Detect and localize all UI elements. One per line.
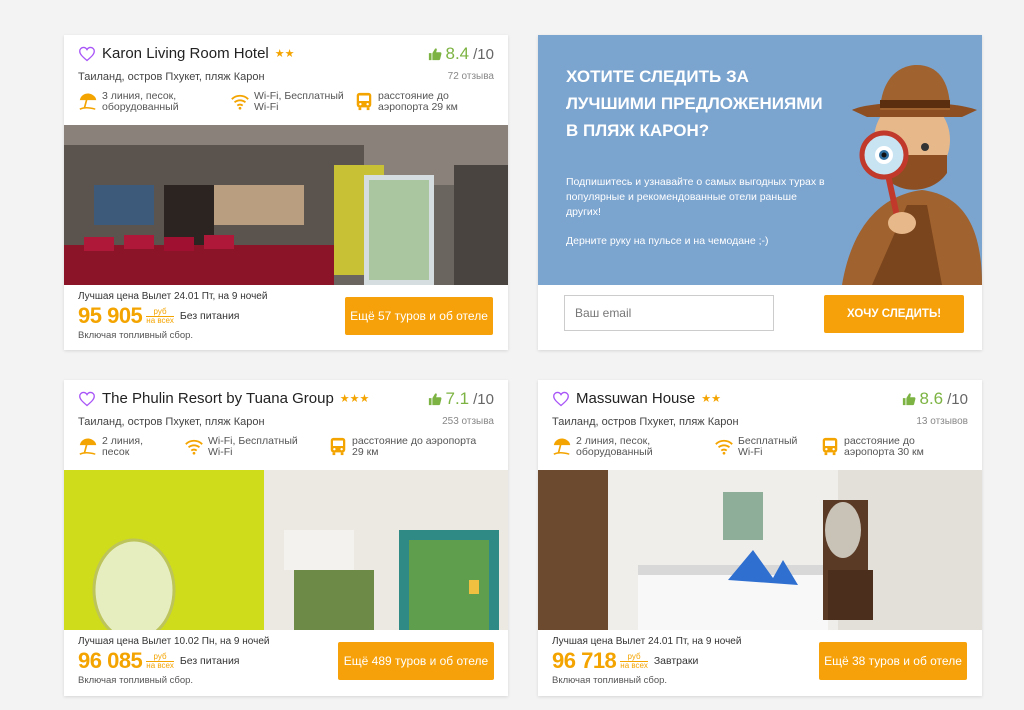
bus-icon: [328, 436, 348, 456]
best-price-text: Лучшая цена Вылет 24.01 Пт, на 9 ночей: [78, 291, 268, 302]
feature-beach: 2 линия, песок, оборудованный: [552, 436, 670, 458]
currency-label: руб на всех: [146, 306, 174, 325]
hotel-stars: ★★: [701, 393, 721, 405]
hotel-rating: 8.6/10: [902, 389, 968, 409]
thumbs-up-icon: [428, 47, 442, 61]
more-tours-button[interactable]: Ещё 38 туров и об отеле: [819, 642, 967, 680]
heart-icon[interactable]: [78, 46, 96, 62]
feature-airport: расстояние до аэропорта 29 км: [328, 436, 488, 458]
feature-wifi: Wi-Fi, Бесплатный Wi-Fi: [230, 91, 350, 113]
feature-airport: расстояние до аэропорта 30 км: [820, 436, 950, 458]
feature-text: Wi-Fi, Бесплатный Wi-Fi: [254, 90, 344, 113]
reviews-count[interactable]: 13 отзывов: [916, 416, 968, 427]
hotel-location: Таиланд, остров Пхукет, пляж Карон: [552, 416, 739, 428]
bus-icon: [820, 436, 840, 456]
heart-icon[interactable]: [78, 391, 96, 407]
hotel-card: The Phulin Resort by Tuana Group ★★★ 7.1…: [64, 380, 508, 696]
umbrella-icon: [78, 91, 98, 111]
meal-type: Без питания: [179, 655, 240, 667]
hotel-stars: ★★★: [339, 393, 370, 405]
meal-type: Завтраки: [653, 655, 699, 667]
thumbs-up-icon: [428, 392, 442, 406]
price-block: Лучшая цена Вылет 24.01 Пт, на 9 ночей 9…: [552, 636, 741, 686]
email-field[interactable]: Ваш email: [564, 295, 774, 331]
feature-text: расстояние до аэропорта 29 км: [352, 435, 477, 458]
promo-text-2: Дерните руку на пульсе и на чемодане ;-): [566, 235, 769, 247]
price-block: Лучшая цена Вылет 24.01 Пт, на 9 ночей 9…: [78, 291, 267, 341]
detective-illustration: [842, 65, 982, 285]
feature-wifi: Wi-Fi, Бесплатный Wi-Fi: [184, 436, 314, 458]
hotel-title: The Phulin Resort by Tuana Group ★★★: [78, 390, 369, 407]
feature-text: Бесплатный Wi-Fi: [738, 435, 798, 458]
promo-text: Подпишитесь и узнавайте о самых выгодных…: [566, 176, 825, 218]
rating-denominator: /10: [473, 45, 494, 63]
feature-beach: 2 линия, песок: [78, 436, 168, 458]
feature-text: расстояние до аэропорта 30 км: [844, 435, 924, 458]
currency-label: руб на всех: [620, 651, 648, 670]
currency-label: руб на всех: [146, 651, 174, 670]
hotel-stars: ★★: [274, 48, 295, 60]
reviews-count[interactable]: 72 отзыва: [448, 71, 494, 82]
hotel-rating: 8.4/10: [428, 44, 494, 64]
wifi-icon: [184, 436, 204, 456]
promo-title: ХОТИТЕ СЛЕДИТЬ ЗА ЛУЧШИМИ ПРЕДЛОЖЕНИЯМИ …: [566, 67, 823, 140]
feature-text: 2 линия, песок: [102, 435, 144, 458]
price-block: Лучшая цена Вылет 10.02 Пн, на 9 ночей 9…: [78, 636, 269, 686]
price-value: 96 085: [78, 648, 143, 673]
rating-value: 8.4: [445, 44, 470, 63]
promo-card: ХОТИТЕ СЛЕДИТЬ ЗА ЛУЧШИМИ ПРЕДЛОЖЕНИЯМИ …: [538, 35, 982, 350]
more-tours-button[interactable]: Ещё 57 туров и об отеле: [345, 297, 493, 335]
rating-value: 8.6: [919, 389, 944, 408]
hotel-photo[interactable]: [64, 470, 508, 630]
rating-denominator: /10: [473, 390, 494, 408]
price-value: 95 905: [78, 303, 143, 328]
fuel-note: Включая топливный сбор.: [78, 330, 194, 341]
reviews-count[interactable]: 253 отзыва: [442, 416, 494, 427]
hotel-name[interactable]: Massuwan House: [576, 390, 695, 407]
promo-banner: ХОТИТЕ СЛЕДИТЬ ЗА ЛУЧШИМИ ПРЕДЛОЖЕНИЯМИ …: [538, 35, 982, 285]
hotel-photo[interactable]: [538, 470, 982, 630]
hotel-rating: 7.1/10: [428, 389, 494, 409]
best-price-text: Лучшая цена Вылет 10.02 Пн, на 9 ночей: [78, 636, 270, 647]
hotel-title: Karon Living Room Hotel ★★: [78, 45, 295, 62]
hotel-location: Таиланд, остров Пхукет, пляж Карон: [78, 416, 265, 428]
feature-airport: расстояние до аэропорта 29 км: [354, 91, 484, 113]
rating-value: 7.1: [445, 389, 470, 408]
fuel-note: Включая топливный сбор.: [78, 675, 194, 686]
feature-wifi: Бесплатный Wi-Fi: [714, 436, 814, 458]
heart-icon[interactable]: [552, 391, 570, 407]
meal-type: Без питания: [179, 310, 240, 322]
more-tours-button[interactable]: Ещё 489 туров и об отеле: [338, 642, 494, 680]
thumbs-up-icon: [902, 392, 916, 406]
rating-denominator: /10: [947, 390, 968, 408]
wifi-icon: [714, 436, 734, 456]
feature-beach: 3 линия, песок, оборудованный: [78, 91, 196, 113]
feature-text: Wi-Fi, Бесплатный Wi-Fi: [208, 435, 298, 458]
subscribe-button[interactable]: ХОЧУ СЛЕДИТЬ!: [824, 295, 964, 333]
best-price-text: Лучшая цена Вылет 24.01 Пт, на 9 ночей: [552, 636, 742, 647]
price-value: 96 718: [552, 648, 617, 673]
feature-text: 3 линия, песок, оборудованный: [102, 90, 179, 113]
hotel-card: Massuwan House ★★ 8.6/10 Таиланд, остров…: [538, 380, 982, 696]
hotel-card: Karon Living Room Hotel ★★ 8.4/10 Таилан…: [64, 35, 508, 350]
feature-text: 2 линия, песок, оборудованный: [576, 435, 653, 458]
hotel-title: Massuwan House ★★: [552, 390, 721, 407]
wifi-icon: [230, 91, 250, 111]
hotel-photo[interactable]: [64, 125, 508, 285]
hotel-name[interactable]: Karon Living Room Hotel: [102, 45, 269, 62]
feature-text: расстояние до аэропорта 29 км: [378, 90, 458, 113]
umbrella-icon: [78, 436, 98, 456]
hotel-name[interactable]: The Phulin Resort by Tuana Group: [102, 390, 334, 407]
fuel-note: Включая топливный сбор.: [552, 675, 668, 686]
hotel-location: Таиланд, остров Пхукет, пляж Карон: [78, 71, 265, 83]
bus-icon: [354, 91, 374, 111]
umbrella-icon: [552, 436, 572, 456]
